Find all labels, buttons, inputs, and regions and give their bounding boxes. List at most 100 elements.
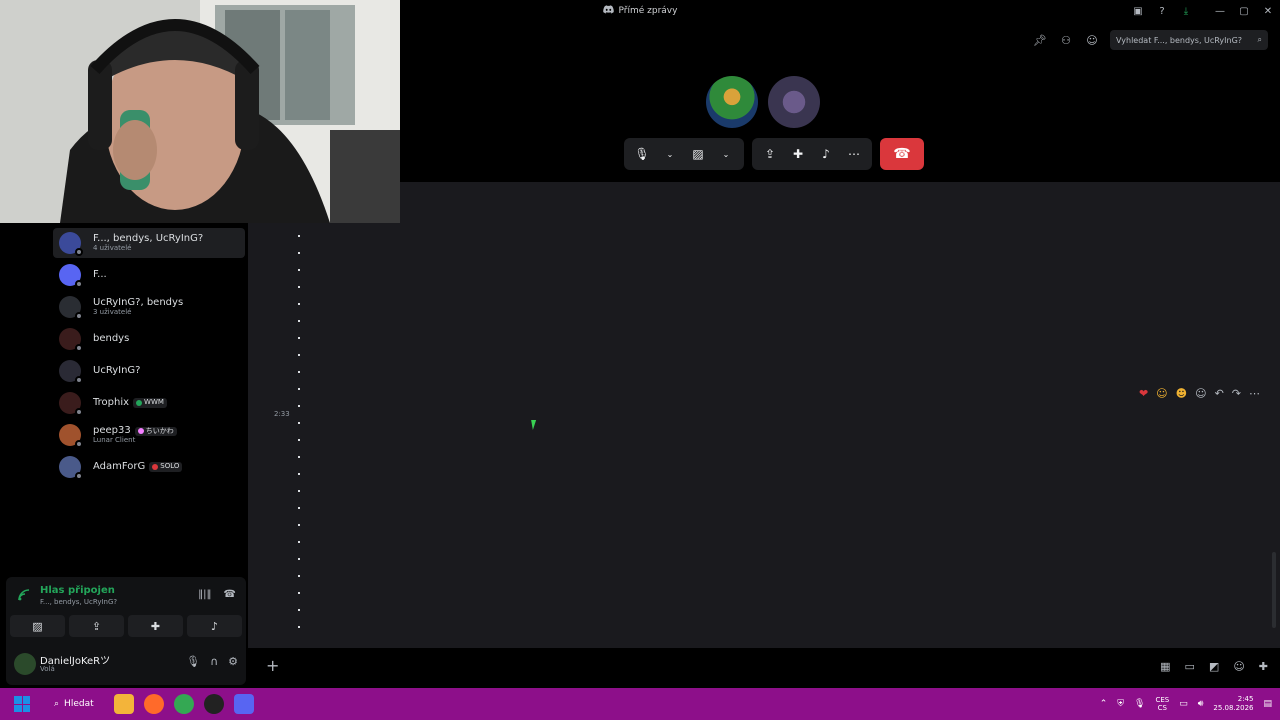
search-placeholder: Vyhledat F..., bendys, UcRyInG?	[1116, 35, 1243, 45]
chevron-up-icon[interactable]: ⌃	[1100, 699, 1108, 709]
headphones-icon[interactable]: ∩	[210, 655, 218, 668]
microphone-icon[interactable]: 🎙︎	[186, 655, 200, 668]
firefox-icon[interactable]	[143, 694, 164, 714]
timeline-dot	[298, 388, 300, 390]
user-tag: WWM	[133, 398, 167, 408]
disconnect-icon[interactable]: ☎	[224, 589, 236, 600]
dm-item[interactable]: AdamForG SOLO	[53, 452, 245, 482]
close-button[interactable]: ✕	[1256, 0, 1280, 22]
members-icon[interactable]: ☺	[1084, 32, 1100, 48]
camera-off-button[interactable]: ▨	[10, 615, 65, 637]
screen-share-button[interactable]: ⇪	[69, 615, 124, 637]
add-attachment-icon[interactable]: +	[266, 656, 279, 675]
timeline-dot	[298, 558, 300, 560]
status-indicator	[75, 440, 83, 448]
clock-time: 2:45	[1237, 694, 1254, 703]
dm-name-text: UcRyInG?, bendys	[93, 297, 184, 309]
dm-avatar	[59, 264, 83, 288]
dm-item[interactable]: UcRyInG?, bendys 3 uživatelé	[53, 292, 245, 322]
timeline-dot	[298, 592, 300, 594]
gift-icon[interactable]: ▦	[1160, 660, 1170, 673]
camera-off-icon[interactable]: ▨	[686, 142, 710, 166]
more-icon[interactable]: ⋯	[842, 142, 866, 166]
voice-status[interactable]: Hlas připojen	[40, 585, 115, 596]
soundboard-button[interactable]: ♪	[187, 615, 242, 637]
status-indicator	[75, 280, 83, 288]
voice-channel[interactable]: F..., bendys, UcRyInG?	[40, 598, 117, 606]
file-explorer-icon[interactable]	[113, 694, 134, 714]
language-indicator[interactable]: CES CS	[1155, 696, 1169, 713]
sticker-icon[interactable]: ◩	[1209, 660, 1219, 673]
inbox-icon[interactable]: ▣	[1126, 0, 1150, 22]
joy-reaction-icon[interactable]: ☻	[1176, 387, 1187, 400]
user-tag-text: WWM	[144, 398, 164, 407]
pin-icon[interactable]: 📌︎	[1032, 32, 1048, 48]
system-tray: ⌃ ⛨ 🎙︎ CES CS ▭ 🔊︎ 2:45 25.08.2026 ▤	[1100, 688, 1272, 720]
maximize-button[interactable]: ▢	[1232, 0, 1256, 22]
participant-avatar[interactable]	[706, 76, 758, 128]
settings-icon[interactable]: ⚙	[228, 655, 238, 668]
dm-name: F..., bendys, UcRyInG?	[93, 234, 203, 245]
soundboard-icon[interactable]: ♪	[814, 142, 838, 166]
dm-avatar	[59, 296, 83, 320]
notification-icon[interactable]: ▤	[1263, 699, 1272, 709]
activities-icon[interactable]: ✚	[786, 142, 810, 166]
call-controls: 🎙︎ ⌄ ▨ ⌄ ⇪ ✚ ♪ ⋯ ☎	[624, 138, 924, 170]
reply-icon[interactable]: ↶	[1215, 387, 1224, 400]
scrollbar[interactable]	[1272, 552, 1276, 628]
emoji-icon[interactable]: ☺	[1233, 660, 1244, 673]
dm-subtitle: 3 uživatelé	[93, 307, 132, 316]
timeline-dot	[298, 354, 300, 356]
taskbar-search[interactable]: ⌕ Hledat	[54, 699, 94, 709]
dm-item[interactable]: F..., bendys, UcRyInG? 4 uživatelé	[53, 228, 245, 258]
start-button[interactable]	[10, 692, 34, 716]
chevron-down-icon[interactable]: ⌄	[658, 142, 682, 166]
user-tag: ちいかわ	[134, 426, 177, 436]
mic-icon[interactable]: 🎙︎	[630, 142, 654, 166]
status-indicator	[75, 312, 83, 320]
laugh-reaction-icon[interactable]: ☺	[1156, 387, 1167, 400]
clock[interactable]: 2:45 25.08.2026	[1213, 695, 1253, 713]
add-friends-icon[interactable]: ⚇	[1058, 32, 1074, 48]
chevron-down-icon[interactable]: ⌄	[714, 142, 738, 166]
dm-item[interactable]: Trophix WWM	[53, 388, 245, 418]
dm-avatar	[59, 360, 83, 384]
minimize-button[interactable]: —	[1208, 0, 1232, 22]
discord-taskbar-icon[interactable]	[233, 694, 254, 714]
dm-avatar	[59, 232, 83, 256]
status-indicator	[75, 408, 83, 416]
dm-avatar	[59, 424, 83, 448]
more-icon[interactable]: ⋯	[1249, 387, 1260, 400]
participant-avatar[interactable]	[768, 76, 820, 128]
hang-up-button[interactable]: ☎	[880, 138, 924, 170]
noise-suppression-icon[interactable]: ‖|‖	[198, 589, 211, 600]
heart-reaction-icon[interactable]: ❤	[1139, 387, 1148, 400]
network-icon[interactable]: ▭	[1179, 699, 1188, 709]
volume-icon[interactable]: 🔊︎	[1198, 699, 1204, 709]
gif-icon[interactable]: ▭	[1185, 660, 1195, 673]
help-icon[interactable]: ?	[1150, 0, 1174, 22]
dm-name: UcRyInG?, bendys	[93, 298, 183, 309]
user-avatar[interactable]	[14, 653, 36, 675]
voice-panel: Hlas připojen F..., bendys, UcRyInG? ‖|‖…	[6, 577, 246, 643]
defender-icon[interactable]: ⛨	[1117, 699, 1124, 709]
add-reaction-icon[interactable]: ☺	[1195, 387, 1206, 400]
download-icon[interactable]: ⤓	[1174, 0, 1198, 22]
dm-item[interactable]: F...	[53, 260, 245, 290]
dm-item[interactable]: peep33 ちいかわ Lunar Client	[53, 420, 245, 450]
timeline-dot	[298, 541, 300, 543]
timeline-dot	[298, 269, 300, 271]
chrome-icon[interactable]	[173, 694, 194, 714]
activities-button[interactable]: ✚	[128, 615, 183, 637]
dm-item[interactable]: UcRyInG?	[53, 356, 245, 386]
apps-icon[interactable]: ✚	[1259, 660, 1268, 673]
forward-icon[interactable]: ↷	[1232, 387, 1241, 400]
timeline-dot	[298, 575, 300, 577]
dm-name-text: bendys	[93, 332, 130, 344]
microphone-tray-icon[interactable]: 🎙︎	[1134, 699, 1145, 709]
screen-share-icon[interactable]: ⇪	[758, 142, 782, 166]
search-input[interactable]: Vyhledat F..., bendys, UcRyInG? ⌕	[1110, 30, 1268, 50]
user-panel: DanielJoKeRツ Volá 🎙︎ ∩ ⚙	[6, 643, 246, 685]
dm-item[interactable]: bendys	[53, 324, 245, 354]
obs-icon[interactable]	[203, 694, 224, 714]
